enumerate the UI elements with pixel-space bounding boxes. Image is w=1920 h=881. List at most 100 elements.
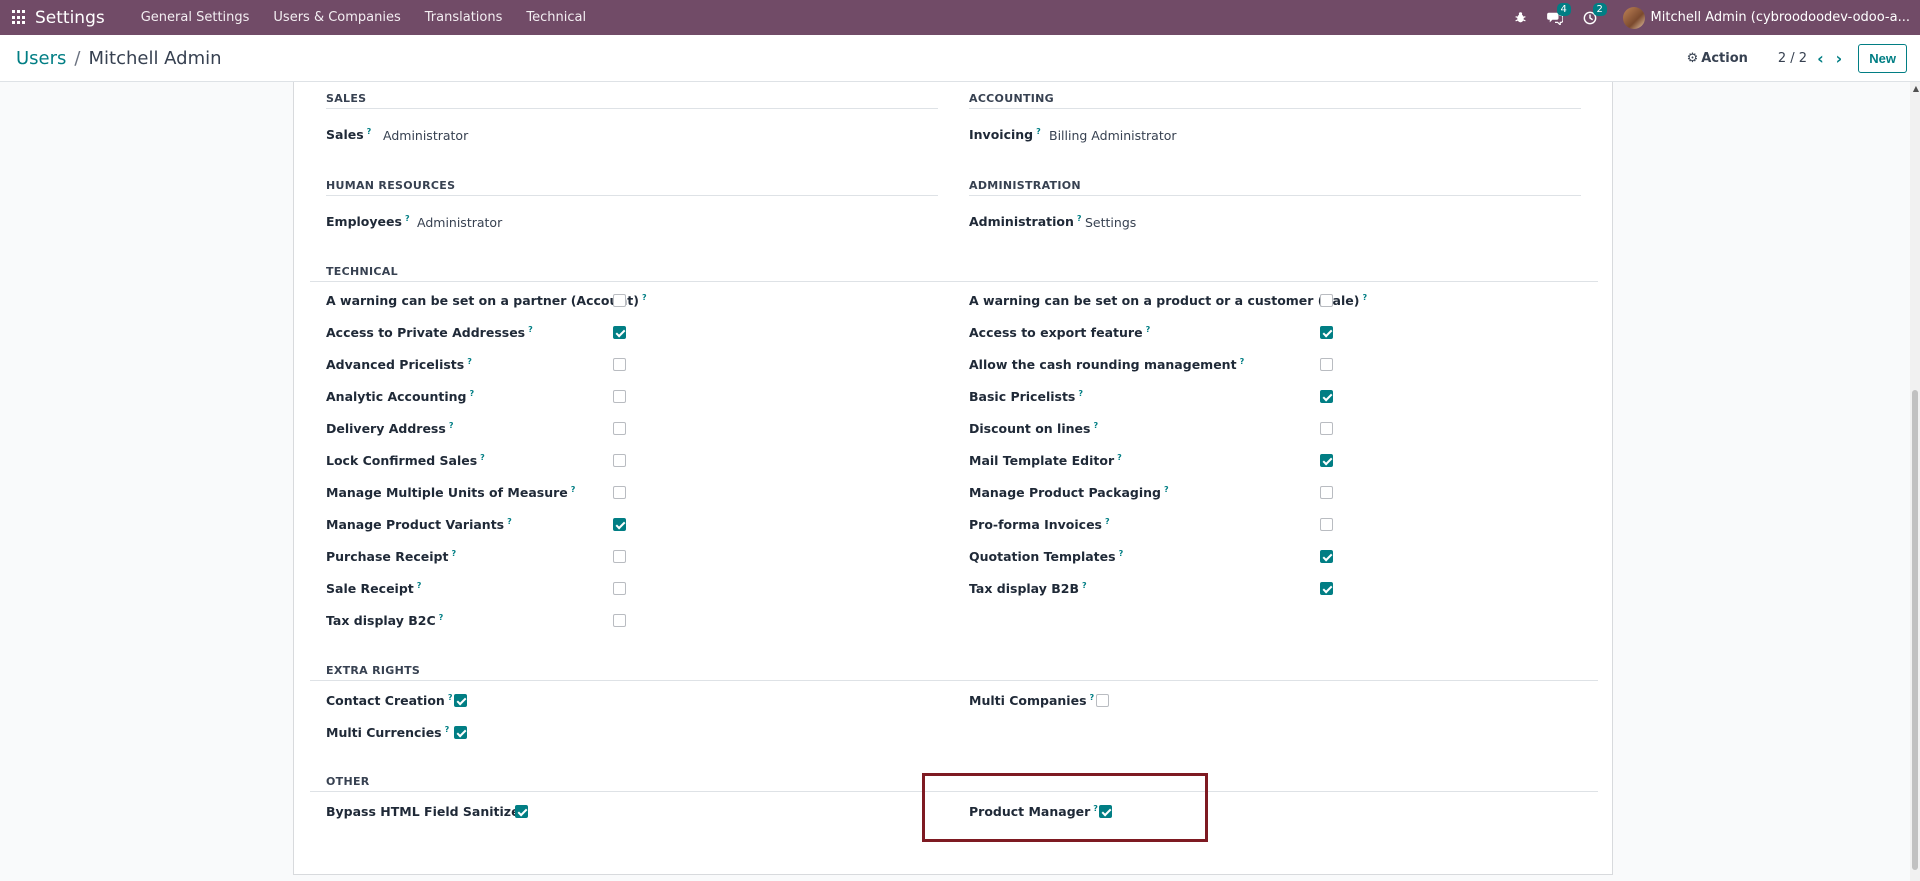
section-title-technical: TECHNICAL <box>326 265 398 278</box>
action-menu-button[interactable]: ⚙ Action <box>1687 51 1748 66</box>
action-label: Action <box>1701 51 1748 66</box>
checkbox-pro-forma-invoices[interactable] <box>1320 518 1333 531</box>
field-label-employees: Employees? <box>326 214 410 230</box>
help-tooltip-icon[interactable]: ? <box>1082 581 1087 590</box>
help-tooltip-icon[interactable]: ? <box>1036 127 1041 136</box>
help-tooltip-icon[interactable]: ? <box>1105 517 1110 526</box>
new-record-button[interactable]: New <box>1858 44 1907 73</box>
field-label-discount-on-lines: Discount on lines? <box>969 421 1099 437</box>
help-tooltip-icon[interactable]: ? <box>1093 421 1098 430</box>
help-tooltip-icon[interactable]: ? <box>528 325 533 334</box>
field-label-multi-currencies: Multi Currencies? <box>326 725 450 741</box>
checkbox-purchase-receipt[interactable] <box>613 550 626 563</box>
checkbox-mail-template-editor[interactable] <box>1320 454 1333 467</box>
apps-menu-icon[interactable] <box>12 10 27 25</box>
field-label-sales: Sales? <box>326 127 372 143</box>
checkbox-lock-confirmed-sales[interactable] <box>613 454 626 467</box>
breadcrumb-users-link[interactable]: Users <box>16 48 66 69</box>
field-label-mail-template-editor: Mail Template Editor? <box>969 453 1122 469</box>
help-tooltip-icon[interactable]: ? <box>1240 357 1245 366</box>
help-tooltip-icon[interactable]: ? <box>1078 389 1083 398</box>
checkbox-delivery-address[interactable] <box>613 422 626 435</box>
checkbox-manage-product-packaging[interactable] <box>1320 486 1333 499</box>
checkbox-manage-product-variants[interactable] <box>613 518 626 531</box>
section-divider <box>969 108 1581 109</box>
help-tooltip-icon[interactable]: ? <box>1117 453 1122 462</box>
user-avatar[interactable] <box>1622 6 1645 29</box>
help-tooltip-icon[interactable]: ? <box>571 485 576 494</box>
help-tooltip-icon[interactable]: ? <box>445 725 450 734</box>
field-label-advanced-pricelists: Advanced Pricelists? <box>326 357 472 373</box>
scrollbar-thumb[interactable] <box>1912 390 1918 870</box>
section-divider <box>326 195 938 196</box>
checkbox-access-to-export-feature[interactable] <box>1320 326 1333 339</box>
help-tooltip-icon[interactable]: ? <box>417 581 422 590</box>
help-tooltip-icon[interactable]: ? <box>1146 325 1151 334</box>
help-tooltip-icon[interactable]: ? <box>451 549 456 558</box>
form-view-content[interactable]: SALES Sales? Administrator ACCOUNTING In… <box>0 82 1920 881</box>
field-value-employees[interactable]: Administrator <box>417 215 502 230</box>
field-label-manage-product-variants: Manage Product Variants? <box>326 517 512 533</box>
checkbox-analytic-accounting[interactable] <box>613 390 626 403</box>
help-tooltip-icon[interactable]: ? <box>1077 214 1082 223</box>
checkbox-manage-multiple-units-of-measure[interactable] <box>613 486 626 499</box>
field-label-a-warning-can-be-set-on-a-partner-account: A warning can be set on a partner (Accou… <box>326 293 647 309</box>
field-label-a-warning-can-be-set-on-a-product-or-a-customer-sale: A warning can be set on a product or a c… <box>969 293 1368 309</box>
help-tooltip-icon[interactable]: ? <box>1164 485 1169 494</box>
checkbox-allow-the-cash-rounding-management[interactable] <box>1320 358 1333 371</box>
help-tooltip-icon[interactable]: ? <box>1090 693 1095 702</box>
debug-bug-icon[interactable] <box>1514 11 1527 24</box>
help-tooltip-icon[interactable]: ? <box>1119 549 1124 558</box>
help-tooltip-icon[interactable]: ? <box>507 517 512 526</box>
help-tooltip-icon[interactable]: ? <box>405 214 410 223</box>
user-menu-name[interactable]: Mitchell Admin (cybroodoodev-odoo-a... <box>1651 10 1910 25</box>
checkbox-multi-companies[interactable] <box>1096 694 1109 707</box>
checkbox-tax-display-b2c[interactable] <box>613 614 626 627</box>
section-divider <box>310 281 1598 282</box>
help-tooltip-icon[interactable]: ? <box>1362 293 1367 302</box>
checkbox-bypass-html-field-sanitize[interactable] <box>515 805 528 818</box>
checkbox-multi-currencies[interactable] <box>454 726 467 739</box>
scroll-up-arrow-icon[interactable]: ▲ <box>1913 84 1919 93</box>
field-label-basic-pricelists: Basic Pricelists? <box>969 389 1084 405</box>
help-tooltip-icon[interactable]: ? <box>449 421 454 430</box>
field-value-invoicing[interactable]: Billing Administrator <box>1049 128 1177 143</box>
help-tooltip-icon[interactable]: ? <box>642 293 647 302</box>
field-label-manage-multiple-units-of-measure: Manage Multiple Units of Measure? <box>326 485 576 501</box>
pager-previous-icon[interactable]: ‹ <box>1817 49 1824 68</box>
checkbox-discount-on-lines[interactable] <box>1320 422 1333 435</box>
field-label-quotation-templates: Quotation Templates? <box>969 549 1124 565</box>
checkbox-advanced-pricelists[interactable] <box>613 358 626 371</box>
checkbox-tax-display-b2b[interactable] <box>1320 582 1333 595</box>
checkbox-a-warning-can-be-set-on-a-product-or-a-customer-sale[interactable] <box>1320 294 1333 307</box>
help-tooltip-icon[interactable]: ? <box>367 127 372 136</box>
checkbox-sale-receipt[interactable] <box>613 582 626 595</box>
breadcrumb-current-record: Mitchell Admin <box>88 47 222 69</box>
field-label-multi-companies: Multi Companies? <box>969 693 1095 709</box>
field-value-sales[interactable]: Administrator <box>383 128 468 143</box>
menu-general-settings[interactable]: General Settings <box>129 10 262 25</box>
highlight-annotation-box <box>922 773 1208 842</box>
help-tooltip-icon[interactable]: ? <box>480 453 485 462</box>
help-tooltip-icon[interactable]: ? <box>448 693 453 702</box>
checkbox-a-warning-can-be-set-on-a-partner-account[interactable] <box>613 294 626 307</box>
menu-users-companies[interactable]: Users & Companies <box>261 10 412 25</box>
field-value-administration[interactable]: Settings <box>1085 215 1136 230</box>
help-tooltip-icon[interactable]: ? <box>439 613 444 622</box>
menu-technical[interactable]: Technical <box>514 10 598 25</box>
checkbox-quotation-templates[interactable] <box>1320 550 1333 563</box>
app-brand[interactable]: Settings <box>35 8 105 28</box>
pager-next-icon[interactable]: › <box>1836 49 1843 68</box>
help-tooltip-icon[interactable]: ? <box>469 389 474 398</box>
checkbox-access-to-private-addresses[interactable] <box>613 326 626 339</box>
checkbox-basic-pricelists[interactable] <box>1320 390 1333 403</box>
help-tooltip-icon[interactable]: ? <box>467 357 472 366</box>
messages-chat-icon[interactable]: 4 <box>1546 2 1571 25</box>
pager-value[interactable]: 2 / 2 <box>1778 51 1807 66</box>
field-label-bypass-html-field-sanitize: Bypass HTML Field Sanitize? <box>326 804 527 819</box>
menu-translations[interactable]: Translations <box>413 10 515 25</box>
field-label-invoicing: Invoicing? <box>969 127 1041 143</box>
checkbox-contact-creation[interactable] <box>454 694 467 707</box>
vertical-scrollbar[interactable]: ▲ <box>1910 82 1920 881</box>
activities-clock-icon[interactable]: 2 <box>1583 2 1607 25</box>
